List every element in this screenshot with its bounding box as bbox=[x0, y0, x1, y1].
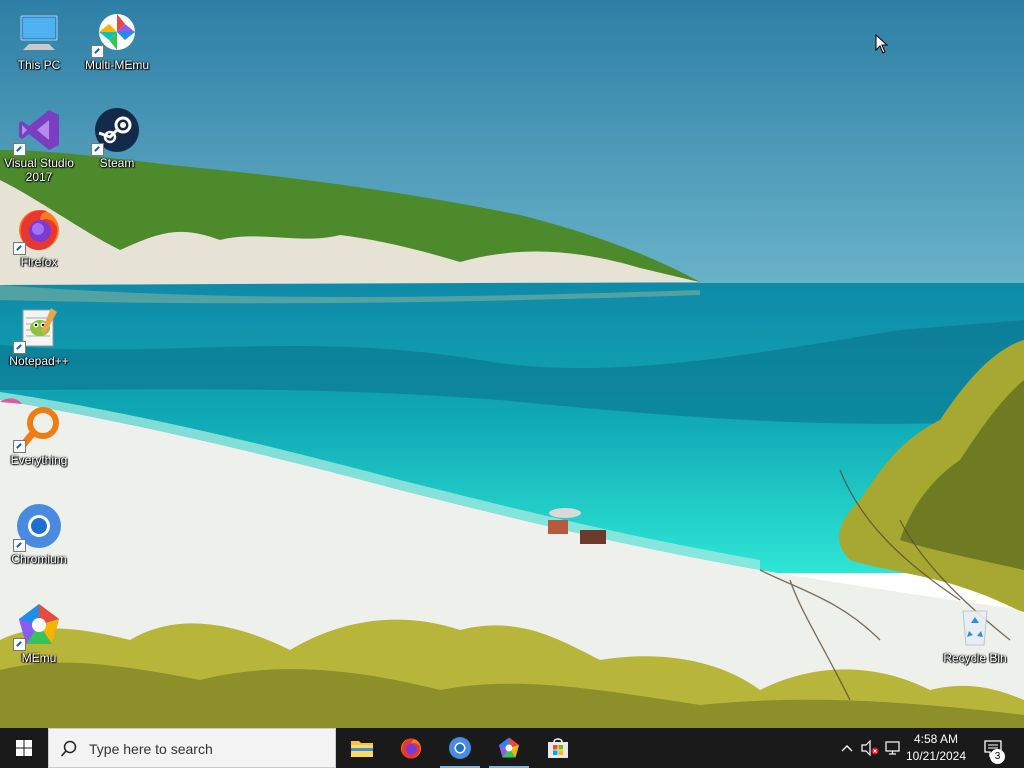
chromium-icon bbox=[449, 737, 471, 759]
taskbar: Type here to search 4:58 AM 10/21/2024 3 bbox=[0, 728, 1024, 768]
mouse-cursor-icon bbox=[875, 33, 889, 59]
tray-volume[interactable] bbox=[858, 728, 882, 768]
shortcut-arrow-icon bbox=[13, 341, 26, 354]
notification-count-badge: 3 bbox=[990, 749, 1005, 764]
desktop-icon-multi-memu[interactable]: Multi-MEmu bbox=[78, 8, 156, 72]
desktop-icon-visual-studio[interactable]: Visual Studio 2017 bbox=[0, 106, 78, 184]
firefox-icon bbox=[13, 205, 63, 255]
shortcut-arrow-icon bbox=[13, 539, 26, 552]
desktop-icon-label: MEmu bbox=[21, 651, 57, 665]
taskbar-search-box[interactable]: Type here to search bbox=[48, 728, 336, 768]
taskbar-file-explorer[interactable] bbox=[338, 728, 386, 768]
shortcut-arrow-icon bbox=[13, 638, 26, 651]
desktop-icon-recycle-bin[interactable]: Recycle Bin bbox=[936, 601, 1014, 665]
start-button[interactable] bbox=[0, 728, 48, 768]
multi-memu-icon bbox=[499, 737, 519, 758]
desktop-icon-label: This PC bbox=[17, 58, 61, 72]
desktop-icon-chromium[interactable]: Chromium bbox=[0, 502, 78, 566]
memu-icon bbox=[13, 601, 63, 651]
taskbar-microsoft-store[interactable] bbox=[534, 728, 582, 768]
desktop-icon-label: Notepad++ bbox=[9, 354, 69, 368]
taskbar-firefox[interactable] bbox=[387, 728, 435, 768]
desktop-icon-label: Recycle Bin bbox=[943, 651, 1007, 665]
clock-date: 10/21/2024 bbox=[905, 749, 967, 763]
desktop-icon-label: Firefox bbox=[20, 255, 58, 269]
tray-show-hidden-icons[interactable] bbox=[836, 728, 858, 768]
this-pc-icon bbox=[15, 8, 63, 56]
desktop-icon-memu[interactable]: MEmu bbox=[0, 601, 78, 665]
shortcut-arrow-icon bbox=[91, 45, 104, 58]
microsoft-store-icon bbox=[548, 738, 568, 758]
desktop-icon-firefox[interactable]: Firefox bbox=[0, 205, 78, 269]
desktop-icon-this-pc[interactable]: This PC bbox=[0, 8, 78, 72]
firefox-icon bbox=[401, 738, 421, 759]
desktop-icon-everything[interactable]: Everything bbox=[0, 403, 78, 467]
desktop-icon-label: Steam bbox=[99, 156, 135, 170]
taskbar-multi-memu[interactable] bbox=[485, 728, 533, 768]
windows-logo-icon bbox=[16, 740, 32, 756]
shortcut-arrow-icon bbox=[13, 242, 26, 255]
shortcut-arrow-icon bbox=[13, 440, 26, 453]
recycle-bin-icon bbox=[951, 601, 999, 649]
search-placeholder: Type here to search bbox=[89, 741, 213, 757]
volume-muted-icon bbox=[861, 740, 879, 756]
network-icon bbox=[885, 741, 900, 755]
desktop-icon-label: Multi-MEmu bbox=[84, 58, 149, 72]
steam-icon bbox=[91, 106, 141, 156]
desktop-icon-label: Visual Studio 2017 bbox=[4, 156, 74, 184]
desktop-icon-notepad-plus-plus[interactable]: Notepad++ bbox=[0, 304, 78, 368]
desktop-icon-steam[interactable]: Steam bbox=[78, 106, 156, 170]
file-explorer-icon bbox=[351, 741, 373, 757]
chromium-icon bbox=[13, 502, 63, 552]
desktop-icon-label: Everything bbox=[10, 453, 68, 467]
visual-studio-icon bbox=[13, 106, 63, 156]
shortcut-arrow-icon bbox=[13, 143, 26, 156]
shortcut-arrow-icon bbox=[91, 143, 104, 156]
chevron-up-icon bbox=[841, 745, 853, 752]
search-icon bbox=[60, 740, 77, 757]
notepad-plus-plus-icon bbox=[13, 304, 63, 354]
taskbar-chromium[interactable] bbox=[436, 728, 484, 768]
desktop-icon-label: Chromium bbox=[11, 552, 67, 566]
clock-time: 4:58 AM bbox=[913, 732, 959, 746]
everything-search-icon bbox=[13, 403, 63, 453]
multi-memu-icon bbox=[91, 8, 141, 58]
taskbar-clock[interactable]: 4:58 AM 10/21/2024 bbox=[902, 728, 970, 768]
